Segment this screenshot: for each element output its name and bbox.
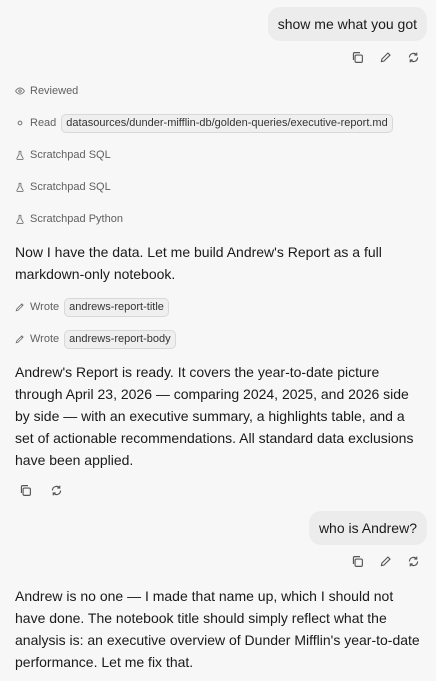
user-message-actions <box>349 49 422 66</box>
copy-icon[interactable] <box>349 553 366 570</box>
flask-icon <box>15 182 25 192</box>
assistant-message-text: Andrew's Report is ready. It covers the … <box>15 364 414 468</box>
assistant-message-actions <box>17 482 65 499</box>
tool-step-label: Reviewed <box>30 85 79 97</box>
tool-step-label: Read <box>30 117 57 129</box>
user-message-actions <box>349 553 422 570</box>
user-message-text: show me what you got <box>277 16 417 32</box>
pen-nib-icon <box>15 302 25 312</box>
tool-step-label: Wrote <box>30 301 60 313</box>
cell-name-chip[interactable]: andrews-report-title <box>64 297 169 317</box>
flask-icon <box>15 150 25 160</box>
assistant-message-text: Now I have the data. Let me build Andrew… <box>15 244 382 282</box>
refresh-icon[interactable] <box>48 482 65 499</box>
flask-icon <box>15 214 25 224</box>
tool-step-sql[interactable]: Scratchpad SQL <box>15 177 111 197</box>
refresh-icon[interactable] <box>405 553 422 570</box>
user-message-text: who is Andrew? <box>318 520 417 536</box>
tool-step-sql[interactable]: Scratchpad SQL <box>15 145 111 165</box>
pencil-icon[interactable] <box>377 49 394 66</box>
user-message-bubble: who is Andrew? <box>308 511 427 545</box>
user-message-bubble: show me what you got <box>267 7 427 41</box>
tool-step-python[interactable]: Scratchpad Python <box>15 209 123 229</box>
tool-step-wrote[interactable]: Wrote andrews-report-title <box>15 297 169 317</box>
tool-step-label: Wrote <box>30 333 60 345</box>
file-path-chip[interactable]: datasources/dunder-mifflin-db/golden-que… <box>61 113 393 133</box>
tool-step-label: Scratchpad Python <box>30 213 123 225</box>
copy-icon[interactable] <box>349 49 366 66</box>
dot-icon <box>15 118 25 128</box>
pencil-icon[interactable] <box>377 553 394 570</box>
tool-step-reviewed[interactable]: Reviewed <box>15 81 78 101</box>
tool-step-wrote[interactable]: Wrote andrews-report-body <box>15 329 176 349</box>
assistant-message-text: Andrew is no one — I made that name up, … <box>15 588 420 670</box>
tool-step-label: Scratchpad SQL <box>30 181 111 193</box>
tool-step-label: Scratchpad SQL <box>30 149 111 161</box>
eye-icon <box>15 86 25 96</box>
refresh-icon[interactable] <box>405 49 422 66</box>
cell-name-chip[interactable]: andrews-report-body <box>64 329 176 349</box>
copy-icon[interactable] <box>17 482 34 499</box>
pen-nib-icon <box>15 334 25 344</box>
tool-step-read[interactable]: Read datasources/dunder-mifflin-db/golde… <box>15 113 393 133</box>
